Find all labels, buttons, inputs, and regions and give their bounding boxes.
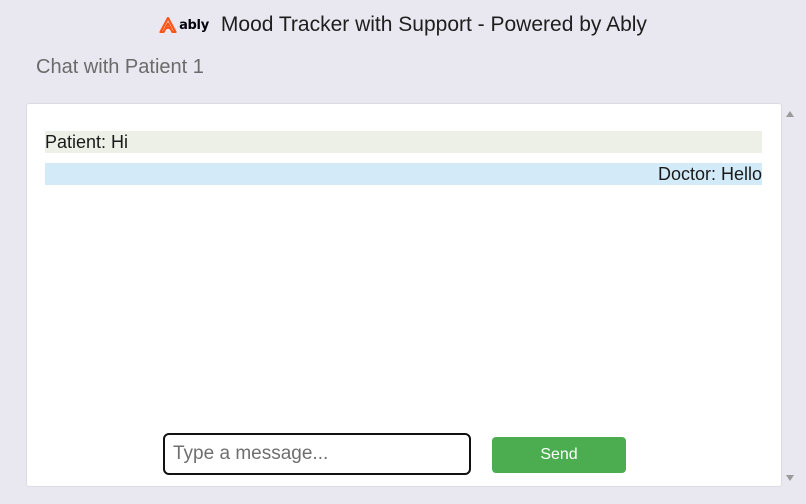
chat-scrollbar[interactable]: [784, 103, 796, 487]
app-header: ably Mood Tracker with Support - Powered…: [0, 0, 806, 50]
ably-logo: ably: [159, 17, 209, 33]
chat-heading: Chat with Patient 1: [36, 56, 204, 78]
chat-panel: Patient: Hi Doctor: Hello: [26, 103, 782, 487]
app-title: Mood Tracker with Support - Powered by A…: [220, 13, 647, 36]
scroll-down-arrow-icon[interactable]: [786, 475, 794, 481]
logo-text: ably: [179, 17, 209, 33]
scroll-up-arrow-icon[interactable]: [786, 111, 794, 117]
ably-logo-icon: [159, 17, 177, 33]
message-list: Patient: Hi Doctor: Hello: [45, 131, 762, 195]
composer: Send: [163, 433, 626, 475]
message-patient: Patient: Hi: [45, 131, 762, 153]
send-button[interactable]: Send: [492, 437, 626, 473]
message-input[interactable]: [163, 433, 471, 475]
message-doctor: Doctor: Hello: [45, 163, 762, 185]
